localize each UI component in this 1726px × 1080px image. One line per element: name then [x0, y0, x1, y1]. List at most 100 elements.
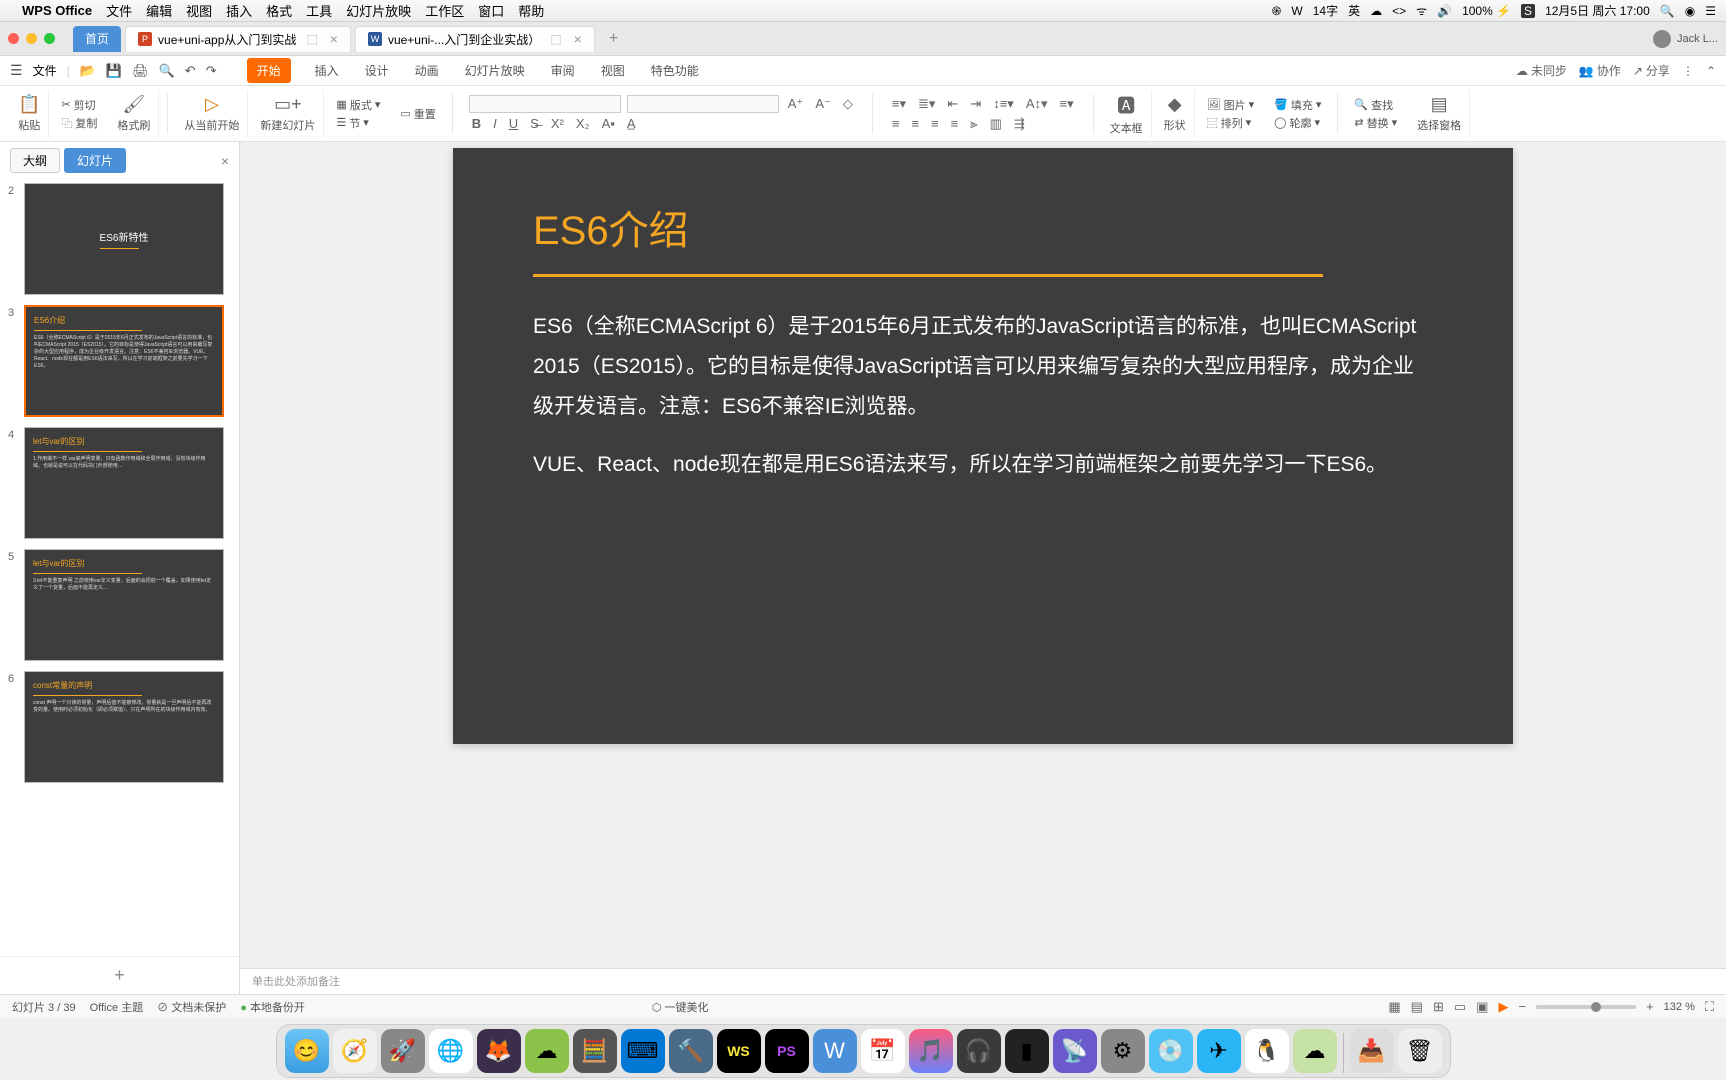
decrease-font-icon[interactable]: A⁻ [812, 95, 834, 113]
line-spacing-icon[interactable]: ↕≡▾ [990, 95, 1017, 113]
align-right-icon[interactable]: ≡ [928, 115, 942, 132]
clock[interactable]: 12月5日 周六 17:00 [1545, 2, 1650, 19]
siri-icon[interactable]: ◉ [1685, 4, 1695, 18]
minimize-window[interactable] [26, 33, 37, 44]
menu-help[interactable]: 帮助 [518, 1, 544, 20]
layout-button[interactable]: ▦ 版式 ▾ [336, 97, 380, 113]
distribute-icon[interactable]: ⫸ [967, 115, 980, 133]
clear-format-icon[interactable]: ◇ [840, 95, 856, 113]
underline-icon[interactable]: U [506, 115, 521, 132]
ribbon-tab-special[interactable]: 特色功能 [649, 58, 701, 83]
open-icon[interactable]: 📂 [80, 63, 96, 79]
backup-status[interactable]: ● 本地备份开 [240, 999, 305, 1015]
dock-phpstorm[interactable]: PS [765, 1029, 809, 1073]
input-status[interactable]: 14字 [1313, 2, 1338, 19]
align-text-icon[interactable]: ≡▾ [1057, 95, 1077, 113]
dock-downloads[interactable]: 📥 [1350, 1029, 1394, 1073]
slide-thumb-5[interactable]: let与var的区别 3.let不能重复声明 之前使用var定义变量，后面的会把… [24, 549, 224, 661]
dock-cloud[interactable]: ☁ [525, 1029, 569, 1073]
numbering-icon[interactable]: ≣▾ [915, 95, 938, 113]
dock-qqmusic[interactable]: 🎧 [957, 1029, 1001, 1073]
ribbon-tab-design[interactable]: 设计 [363, 58, 391, 83]
dock-firefox[interactable]: 🦊 [477, 1029, 521, 1073]
align-center-icon[interactable]: ≡ [908, 115, 922, 132]
traffic-lights[interactable] [8, 33, 55, 44]
copy-button[interactable]: ⿻ 复制 [61, 115, 97, 131]
align-left-icon[interactable]: ≡ [889, 115, 903, 132]
lang-status[interactable]: 英 [1348, 2, 1360, 19]
menu-format[interactable]: 格式 [266, 1, 292, 20]
italic-icon[interactable]: I [490, 115, 500, 132]
tray-icon-s[interactable]: S [1521, 4, 1535, 18]
hamburger-icon[interactable]: ☰ [10, 62, 23, 79]
code-icon[interactable]: <> [1392, 4, 1406, 18]
zoom-level[interactable]: 132 % [1664, 1001, 1695, 1013]
canvas-scroll[interactable]: ES6介绍 ES6（全称ECMAScript 6）是于2015年6月正式发布的J… [240, 142, 1726, 968]
menu-workspace[interactable]: 工作区 [425, 1, 464, 20]
list-level-icon[interactable]: ⇶ [1011, 115, 1028, 133]
ribbon-tab-review[interactable]: 审阅 [549, 58, 577, 83]
ribbon-tab-slideshow[interactable]: 幻灯片放映 [463, 58, 527, 83]
superscript-icon[interactable]: X² [548, 115, 567, 132]
thumbnail-list[interactable]: 2 ES6新特性 3 ES6介绍 ES6（全称ECMAScript 6）是于20… [0, 179, 239, 956]
file-menu[interactable]: 文件 [33, 62, 57, 79]
ribbon-tab-view[interactable]: 视图 [599, 58, 627, 83]
menu-edit[interactable]: 编辑 [146, 1, 172, 20]
battery-status[interactable]: 100% ⚡ [1462, 4, 1511, 18]
add-tab-button[interactable]: + [599, 30, 628, 48]
dock-calendar[interactable]: 📅 [861, 1029, 905, 1073]
ribbon-tab-start[interactable]: 开始 [247, 58, 291, 83]
tray-icon-2[interactable]: ☁ [1370, 4, 1382, 18]
dock-terminal[interactable]: ▮ [1005, 1029, 1049, 1073]
columns-icon[interactable]: ▥ [987, 115, 1005, 133]
ext-icon[interactable]: ⬚ [550, 32, 561, 46]
dock-app1[interactable]: 💿 [1149, 1029, 1193, 1073]
menu-window[interactable]: 窗口 [478, 1, 504, 20]
dock-webstorm[interactable]: WS [717, 1029, 761, 1073]
search-icon[interactable]: 🔍 [1660, 4, 1675, 18]
dock-calculator[interactable]: 🧮 [573, 1029, 617, 1073]
panel-tab-slides[interactable]: 幻灯片 [64, 148, 126, 173]
text-direction-icon[interactable]: A↕▾ [1023, 95, 1051, 113]
outline-button[interactable]: ◯ 轮廓 ▾ [1274, 115, 1320, 131]
ribbon-tab-animation[interactable]: 动画 [413, 58, 441, 83]
select-pane-icon[interactable]: ▤ [1431, 94, 1448, 115]
dock-chrome[interactable]: 🌐 [429, 1029, 473, 1073]
zoom-out-icon[interactable]: − [1518, 999, 1526, 1014]
dock-app3[interactable]: ☁ [1293, 1029, 1337, 1073]
font-color-icon[interactable]: A̲ [624, 115, 639, 132]
paste-icon[interactable]: 📋 [18, 94, 40, 115]
tray-icon-1[interactable]: ֍ [1272, 2, 1282, 19]
cut-button[interactable]: ✂ 剪切 [61, 97, 95, 113]
undo-icon[interactable]: ↶ [185, 63, 196, 79]
protect-status[interactable]: ⊘ 文档未保护 [157, 999, 226, 1015]
arrange-button[interactable]: ⿳ 排列 ▾ [1207, 115, 1252, 131]
slide-title[interactable]: ES6介绍 [533, 198, 1433, 256]
maximize-window[interactable] [44, 33, 55, 44]
font-size-select[interactable] [627, 95, 779, 113]
menu-file[interactable]: 文件 [106, 1, 132, 20]
dock-music[interactable]: 🎵 [909, 1029, 953, 1073]
volume-icon[interactable]: 🔊 [1437, 4, 1452, 18]
align-justify-icon[interactable]: ≡ [948, 115, 962, 132]
view-normal-icon[interactable]: ▦ [1388, 999, 1400, 1015]
shape-icon[interactable]: ◆ [1168, 94, 1182, 115]
preview-icon[interactable]: 🔍 [159, 63, 175, 79]
collapse-ribbon-icon[interactable]: ⌃ [1706, 64, 1716, 78]
new-slide-icon[interactable]: ▭+ [274, 94, 302, 115]
tab-home[interactable]: 首页 [73, 26, 121, 52]
indent-dec-icon[interactable]: ⇤ [944, 95, 961, 113]
collab-button[interactable]: 👥 协作 [1579, 62, 1621, 79]
find-button[interactable]: 🔍 查找 [1354, 97, 1393, 113]
save-icon[interactable]: 💾 [106, 63, 122, 79]
menu-insert[interactable]: 插入 [226, 1, 252, 20]
close-window[interactable] [8, 33, 19, 44]
dock-app2[interactable]: ✈ [1197, 1029, 1241, 1073]
fit-icon[interactable]: ⛶ [1705, 999, 1714, 1015]
reset-button[interactable]: ▭ 重置 [400, 106, 435, 122]
print-icon[interactable]: 🖨 [132, 63, 149, 79]
zoom-slider[interactable] [1536, 1005, 1636, 1009]
dock-remote[interactable]: 📡 [1053, 1029, 1097, 1073]
format-painter-icon[interactable]: 🖌 [122, 94, 145, 115]
picture-button[interactable]: 🖼 图片 ▾ [1207, 97, 1255, 113]
